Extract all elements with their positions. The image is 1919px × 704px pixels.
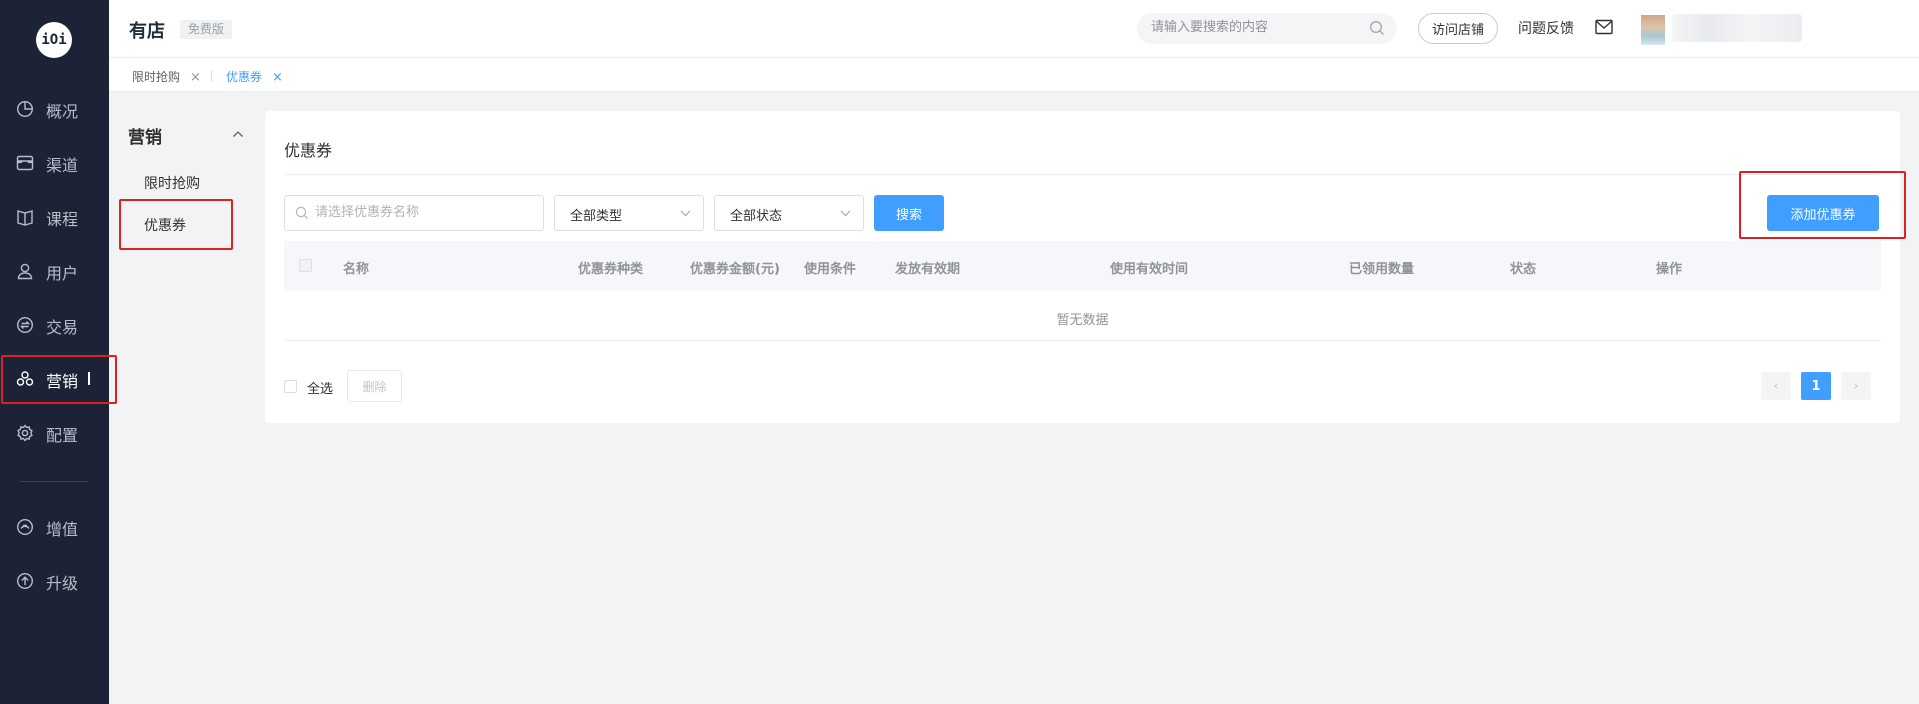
gear-icon bbox=[17, 424, 33, 442]
sidebar-item-label: 概况 bbox=[46, 102, 79, 121]
sidebar-divider bbox=[20, 481, 88, 482]
upgrade-icon bbox=[16, 572, 34, 590]
tab-flash-sale[interactable]: 限时抢购 × bbox=[132, 68, 201, 85]
user-avatar[interactable] bbox=[1641, 15, 1665, 45]
tab-separator bbox=[211, 70, 212, 82]
app-logo[interactable]: iOi bbox=[36, 22, 72, 58]
sidebar-item-label: 渠道 bbox=[46, 156, 79, 175]
user-icon bbox=[17, 263, 33, 280]
title-divider bbox=[284, 174, 1881, 175]
column-coupon-type: 优惠券种类 bbox=[578, 262, 644, 277]
select-value: 全部类型 bbox=[570, 209, 623, 224]
tab-coupon[interactable]: 优惠券 × bbox=[226, 68, 283, 85]
coupon-status-select[interactable]: 全部状态 bbox=[714, 195, 864, 231]
header-checkbox[interactable] bbox=[299, 259, 312, 272]
empty-text: 暂无数据 bbox=[1056, 313, 1109, 328]
storefront-icon bbox=[16, 155, 34, 171]
highlight-add-coupon bbox=[1739, 171, 1906, 239]
global-search[interactable] bbox=[1137, 13, 1397, 44]
brand-name: 有店 bbox=[129, 21, 165, 42]
tab-label: 限时抢购 bbox=[132, 70, 181, 84]
highlight-marketing-nav bbox=[1, 355, 117, 404]
highlight-coupon-submenu bbox=[119, 199, 233, 250]
sidebar-item-settings[interactable]: 配置 bbox=[0, 413, 109, 453]
sidebar-item-label: 用户 bbox=[46, 264, 79, 283]
column-coupon-amount: 优惠券金额(元) bbox=[690, 262, 780, 277]
sidebar-item-label: 升级 bbox=[46, 574, 79, 593]
sidebar-item-label: 课程 bbox=[46, 210, 79, 229]
column-name: 名称 bbox=[343, 262, 370, 277]
sidebar-item-label: 增值 bbox=[46, 520, 79, 539]
pagination-page-1[interactable]: 1 bbox=[1801, 372, 1831, 400]
feedback-link[interactable]: 问题反馈 bbox=[1518, 18, 1574, 38]
close-icon[interactable]: × bbox=[272, 70, 283, 85]
delete-button[interactable]: 删除 bbox=[347, 370, 402, 402]
column-status: 状态 bbox=[1510, 262, 1537, 277]
book-icon bbox=[17, 210, 33, 226]
select-all-checkbox[interactable] bbox=[284, 380, 297, 393]
column-usage-condition: 使用条件 bbox=[804, 262, 857, 277]
sidebar-item-trade[interactable]: 交易 bbox=[0, 305, 109, 345]
value-added-icon bbox=[16, 518, 34, 536]
chevron-down-icon bbox=[680, 210, 691, 217]
search-icon[interactable] bbox=[1369, 20, 1385, 36]
sidebar-item-users[interactable]: 用户 bbox=[0, 251, 109, 291]
close-icon[interactable]: × bbox=[190, 70, 201, 85]
global-search-input[interactable] bbox=[1151, 19, 1361, 34]
sidebar-item-overview[interactable]: 概况 bbox=[0, 89, 109, 129]
page-title: 优惠券 bbox=[284, 141, 333, 160]
visit-store-button[interactable]: 访问店铺 bbox=[1418, 13, 1498, 44]
empty-table-row: 暂无数据 bbox=[284, 291, 1881, 341]
select-value: 全部状态 bbox=[730, 209, 783, 224]
sidebar-item-value-added[interactable]: 增值 bbox=[0, 507, 109, 547]
main-sidebar: iOi 概况 渠道 课程 用户 交易 营销 配置 增值 升级 bbox=[0, 0, 109, 704]
sidebar-item-label: 配置 bbox=[46, 426, 79, 445]
open-tabs-bar: 限时抢购 × 优惠券 × bbox=[109, 58, 1919, 92]
mail-icon[interactable] bbox=[1595, 19, 1613, 35]
coupon-name-input[interactable] bbox=[315, 204, 535, 219]
coupon-card: 优惠券 全部类型 全部状态 搜索 添加优惠券 名称 优惠券种类 优惠券金额(元)… bbox=[265, 111, 1900, 423]
column-issue-validity: 发放有效期 bbox=[895, 262, 961, 277]
search-icon bbox=[295, 206, 308, 219]
tab-label: 优惠券 bbox=[226, 70, 263, 84]
sidebar-item-course[interactable]: 课程 bbox=[0, 197, 109, 237]
table-header: 名称 优惠券种类 优惠券金额(元) 使用条件 发放有效期 使用有效时间 已领用数… bbox=[284, 241, 1881, 291]
chevron-up-icon[interactable] bbox=[232, 130, 244, 138]
column-usage-time: 使用有效时间 bbox=[1110, 262, 1189, 277]
submenu-item-flash-sale[interactable]: 限时抢购 bbox=[144, 173, 200, 193]
exchange-icon bbox=[16, 316, 34, 334]
coupon-name-filter[interactable] bbox=[284, 195, 544, 231]
select-all-label[interactable]: 全选 bbox=[307, 378, 333, 397]
submenu-title[interactable]: 营销 bbox=[128, 123, 162, 148]
blurred-username[interactable] bbox=[1672, 14, 1802, 42]
search-button[interactable]: 搜索 bbox=[874, 195, 944, 231]
sidebar-item-label: 交易 bbox=[46, 318, 79, 337]
sidebar-item-upgrade[interactable]: 升级 bbox=[0, 561, 109, 601]
pagination-prev[interactable]: ‹ bbox=[1761, 372, 1791, 400]
chevron-down-icon bbox=[840, 210, 851, 217]
edition-badge: 免费版 bbox=[180, 20, 233, 39]
pagination-next[interactable]: › bbox=[1841, 372, 1871, 400]
pie-chart-icon bbox=[16, 100, 34, 118]
coupon-type-select[interactable]: 全部类型 bbox=[554, 195, 704, 231]
column-actions: 操作 bbox=[1656, 262, 1683, 277]
column-claimed-count: 已领用数量 bbox=[1349, 262, 1415, 277]
sidebar-item-channel[interactable]: 渠道 bbox=[0, 143, 109, 183]
